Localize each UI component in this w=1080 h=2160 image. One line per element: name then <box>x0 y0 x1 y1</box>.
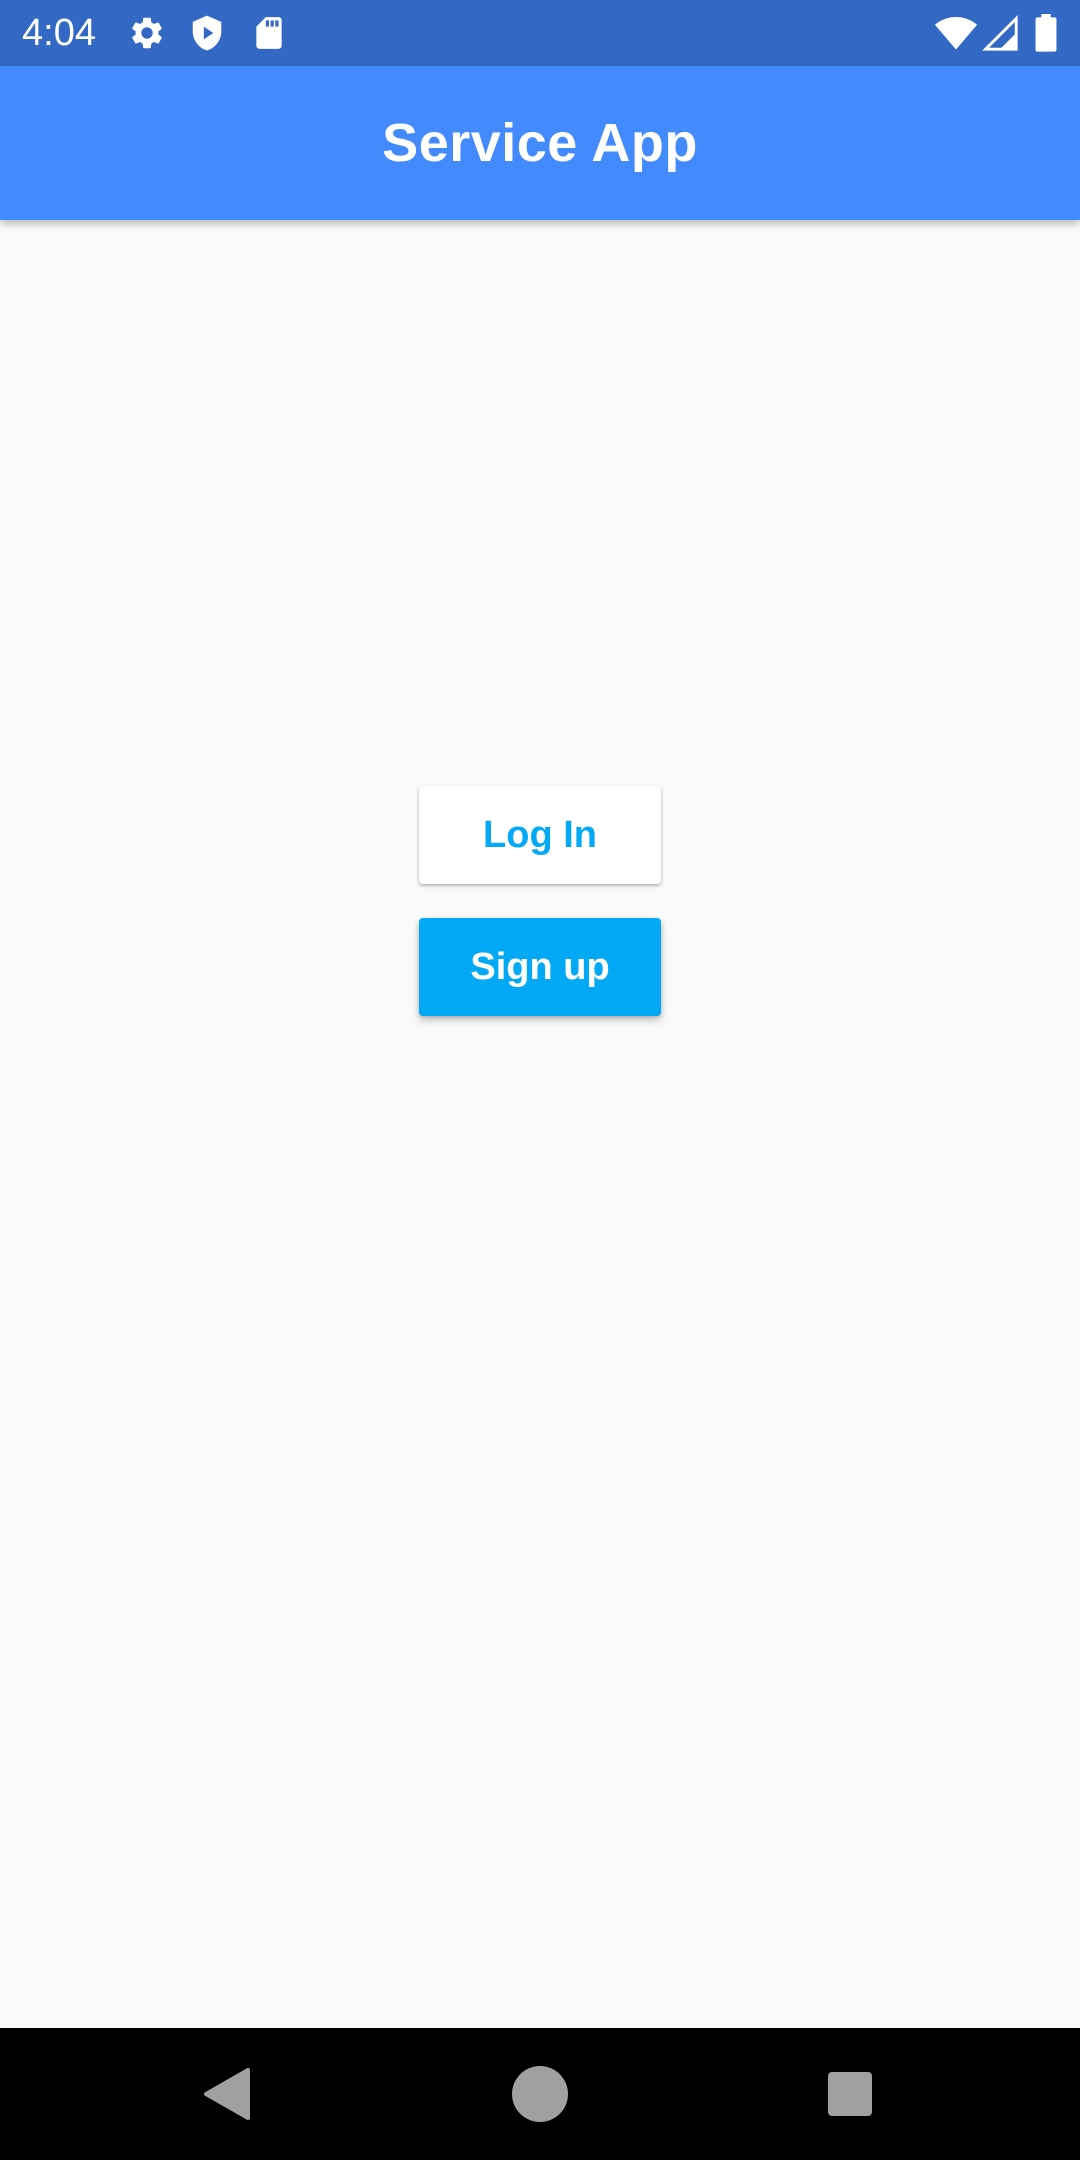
battery-icon <box>1034 14 1058 52</box>
recents-icon <box>828 2072 872 2116</box>
navigation-bar <box>0 2028 1080 2160</box>
home-button[interactable] <box>502 2056 578 2132</box>
home-icon <box>512 2066 568 2122</box>
main-content: Log In Sign up <box>0 220 1080 2028</box>
login-button[interactable]: Log In <box>419 786 661 884</box>
cell-signal-icon <box>982 14 1018 52</box>
back-icon <box>204 2068 250 2120</box>
status-bar: 4:04 <box>0 0 1080 66</box>
screen: 4:04 Service App Log In Sign up <box>0 0 1080 2160</box>
app-title: Service App <box>382 113 698 173</box>
app-bar: Service App <box>0 66 1080 220</box>
back-button[interactable] <box>188 2056 264 2132</box>
shield-icon <box>188 14 226 52</box>
wifi-icon <box>934 14 978 52</box>
signup-button[interactable]: Sign up <box>419 918 661 1016</box>
sd-card-icon <box>250 14 288 52</box>
status-time: 4:04 <box>22 12 96 54</box>
recents-button[interactable] <box>812 2056 888 2132</box>
gear-icon <box>128 14 166 52</box>
